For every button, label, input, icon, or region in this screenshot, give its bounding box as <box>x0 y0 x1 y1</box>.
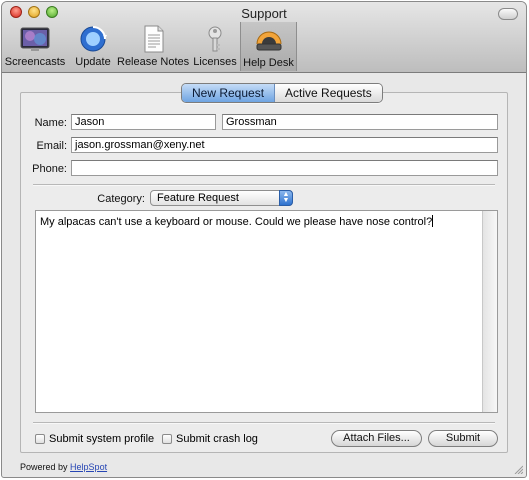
bottom-divider <box>33 422 495 424</box>
toolbar-item-label: Update <box>75 56 111 68</box>
submit-crash-log-checkbox[interactable] <box>162 434 172 444</box>
select-arrows-icon: ▲ ▼ <box>279 190 293 206</box>
submit-system-profile-option[interactable]: Submit system profile <box>35 433 154 445</box>
powered-by: Powered by HelpSpot <box>20 462 107 472</box>
toolbar-item-label: Screencasts <box>4 56 66 68</box>
phone-label: Phone: <box>32 163 67 175</box>
submit-system-profile-checkbox[interactable] <box>35 434 45 444</box>
release-notes-icon <box>138 24 168 54</box>
main-content: New Request Active Requests Name: Jason … <box>2 73 526 477</box>
attach-files-button[interactable]: Attach Files... <box>331 430 422 447</box>
email-label: Email: <box>36 140 67 152</box>
help-desk-icon <box>254 24 284 54</box>
category-select-value: Feature Request <box>157 192 239 204</box>
form-divider <box>33 184 495 186</box>
message-text: My alpacas can't use a keyboard or mouse… <box>40 216 433 228</box>
submit-crash-log-option[interactable]: Submit crash log <box>162 433 258 445</box>
message-scrollbar[interactable] <box>482 211 497 412</box>
request-tabs: New Request Active Requests <box>181 83 383 103</box>
request-panel: New Request Active Requests Name: Jason … <box>20 83 508 453</box>
submit-button[interactable]: Submit <box>428 430 498 447</box>
toolbar-item-screencasts[interactable]: Screencasts <box>4 22 66 70</box>
submit-system-profile-label: Submit system profile <box>49 433 155 445</box>
resize-grip-icon[interactable] <box>513 464 523 474</box>
name-label: Name: <box>34 117 67 129</box>
submit-crash-log-label: Submit crash log <box>176 433 258 445</box>
tab-active-requests[interactable]: Active Requests <box>275 84 382 102</box>
window-title: Support <box>241 6 287 21</box>
toolbar-item-label: Help Desk <box>243 57 294 69</box>
toolbar-item-label: Licenses <box>193 56 237 68</box>
toolbar-item-release-notes[interactable]: Release Notes <box>117 22 189 70</box>
email-field[interactable]: jason.grossman@xeny.net <box>71 137 498 153</box>
toolbar: Support Screencasts Update Release Notes… <box>2 2 526 73</box>
licenses-key-icon <box>200 24 230 54</box>
helpspot-link[interactable]: HelpSpot <box>70 462 107 472</box>
phone-field[interactable] <box>71 160 498 176</box>
tab-new-request[interactable]: New Request <box>182 84 276 102</box>
first-name-field[interactable]: Jason <box>71 114 216 130</box>
toolbar-item-label: Release Notes <box>117 56 190 68</box>
update-icon <box>78 24 108 54</box>
toolbar-item-update[interactable]: Update <box>72 22 114 70</box>
category-label: Category: <box>97 193 145 205</box>
message-textarea[interactable]: My alpacas can't use a keyboard or mouse… <box>35 210 498 413</box>
toolbar-toggle-button[interactable] <box>498 8 518 20</box>
toolbar-item-licenses[interactable]: Licenses <box>193 22 237 70</box>
category-select[interactable]: Feature Request ▲ ▼ <box>150 190 293 206</box>
toolbar-item-help-desk[interactable]: Help Desk <box>240 22 297 71</box>
powered-by-text: Powered by <box>20 462 68 472</box>
text-caret <box>432 215 434 227</box>
support-window: Support Screencasts Update Release Notes… <box>1 1 527 478</box>
last-name-field[interactable]: Grossman <box>222 114 498 130</box>
screencasts-icon <box>20 24 50 54</box>
